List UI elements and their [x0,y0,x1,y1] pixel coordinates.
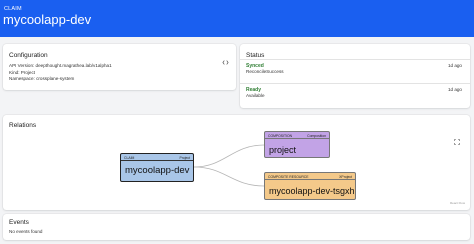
node-name: mycoolapp-dev [125,165,190,176]
events-card: Events No events found [3,214,470,240]
api-version-text: API Version: deepthought.magrathea.lab/v… [9,63,112,68]
node-type: COMPOSITION [268,133,293,138]
react-flow-attribution[interactable]: React Flow [450,201,465,205]
node-kind: XProject [339,174,352,179]
configuration-title: Configuration [9,52,48,59]
events-empty-text: No events found [9,229,43,234]
condition-row-synced: Synced ReconcileSuccess 1d ago [240,59,470,83]
node-name: project [269,145,297,155]
kind-text: Kind: Project [9,69,36,75]
configuration-card: Configuration API Version: deepthought.m… [3,44,236,90]
page-title: mycoolapp-dev [3,12,92,27]
condition-row-ready: Ready Available 1d ago [240,83,470,107]
code-icon[interactable] [222,53,229,65]
expand-icon[interactable] [454,132,460,145]
node-header: CLAIM Project [121,154,193,161]
node-type: CLAIM [124,155,135,160]
node-header: COMPOSITE RESOURCE XProject [265,173,355,180]
relations-title: Relations [9,122,37,129]
condition-reason: ReconcileSuccess [246,69,284,74]
condition-reason: Available [246,93,265,98]
relations-card: Relations React Flow [3,115,470,210]
node-header: COMPOSITION Composition [265,132,329,139]
condition-age: 1d ago [447,63,462,68]
app-header: CLAIM mycoolapp-dev [0,0,474,37]
status-title: Status [246,52,265,59]
namespace-text: Namespace: crossplane-system [9,76,75,81]
graph-node-composite-resource[interactable]: COMPOSITE RESOURCE XProject mycoolapp-de… [264,172,356,200]
graph-node-composition[interactable]: COMPOSITION Composition project [264,131,330,158]
status-card: Status Synced ReconcileSuccess 1d ago Re… [240,44,470,108]
node-kind: Project [179,155,190,160]
condition-age: 1d ago [447,87,462,92]
events-title: Events [9,219,29,226]
node-name: mycoolapp-dev-tsgxh [269,186,355,196]
node-kind: Composition [307,133,326,138]
graph-node-claim[interactable]: CLAIM Project mycoolapp-dev [120,153,194,182]
node-type: COMPOSITE RESOURCE [268,174,309,179]
